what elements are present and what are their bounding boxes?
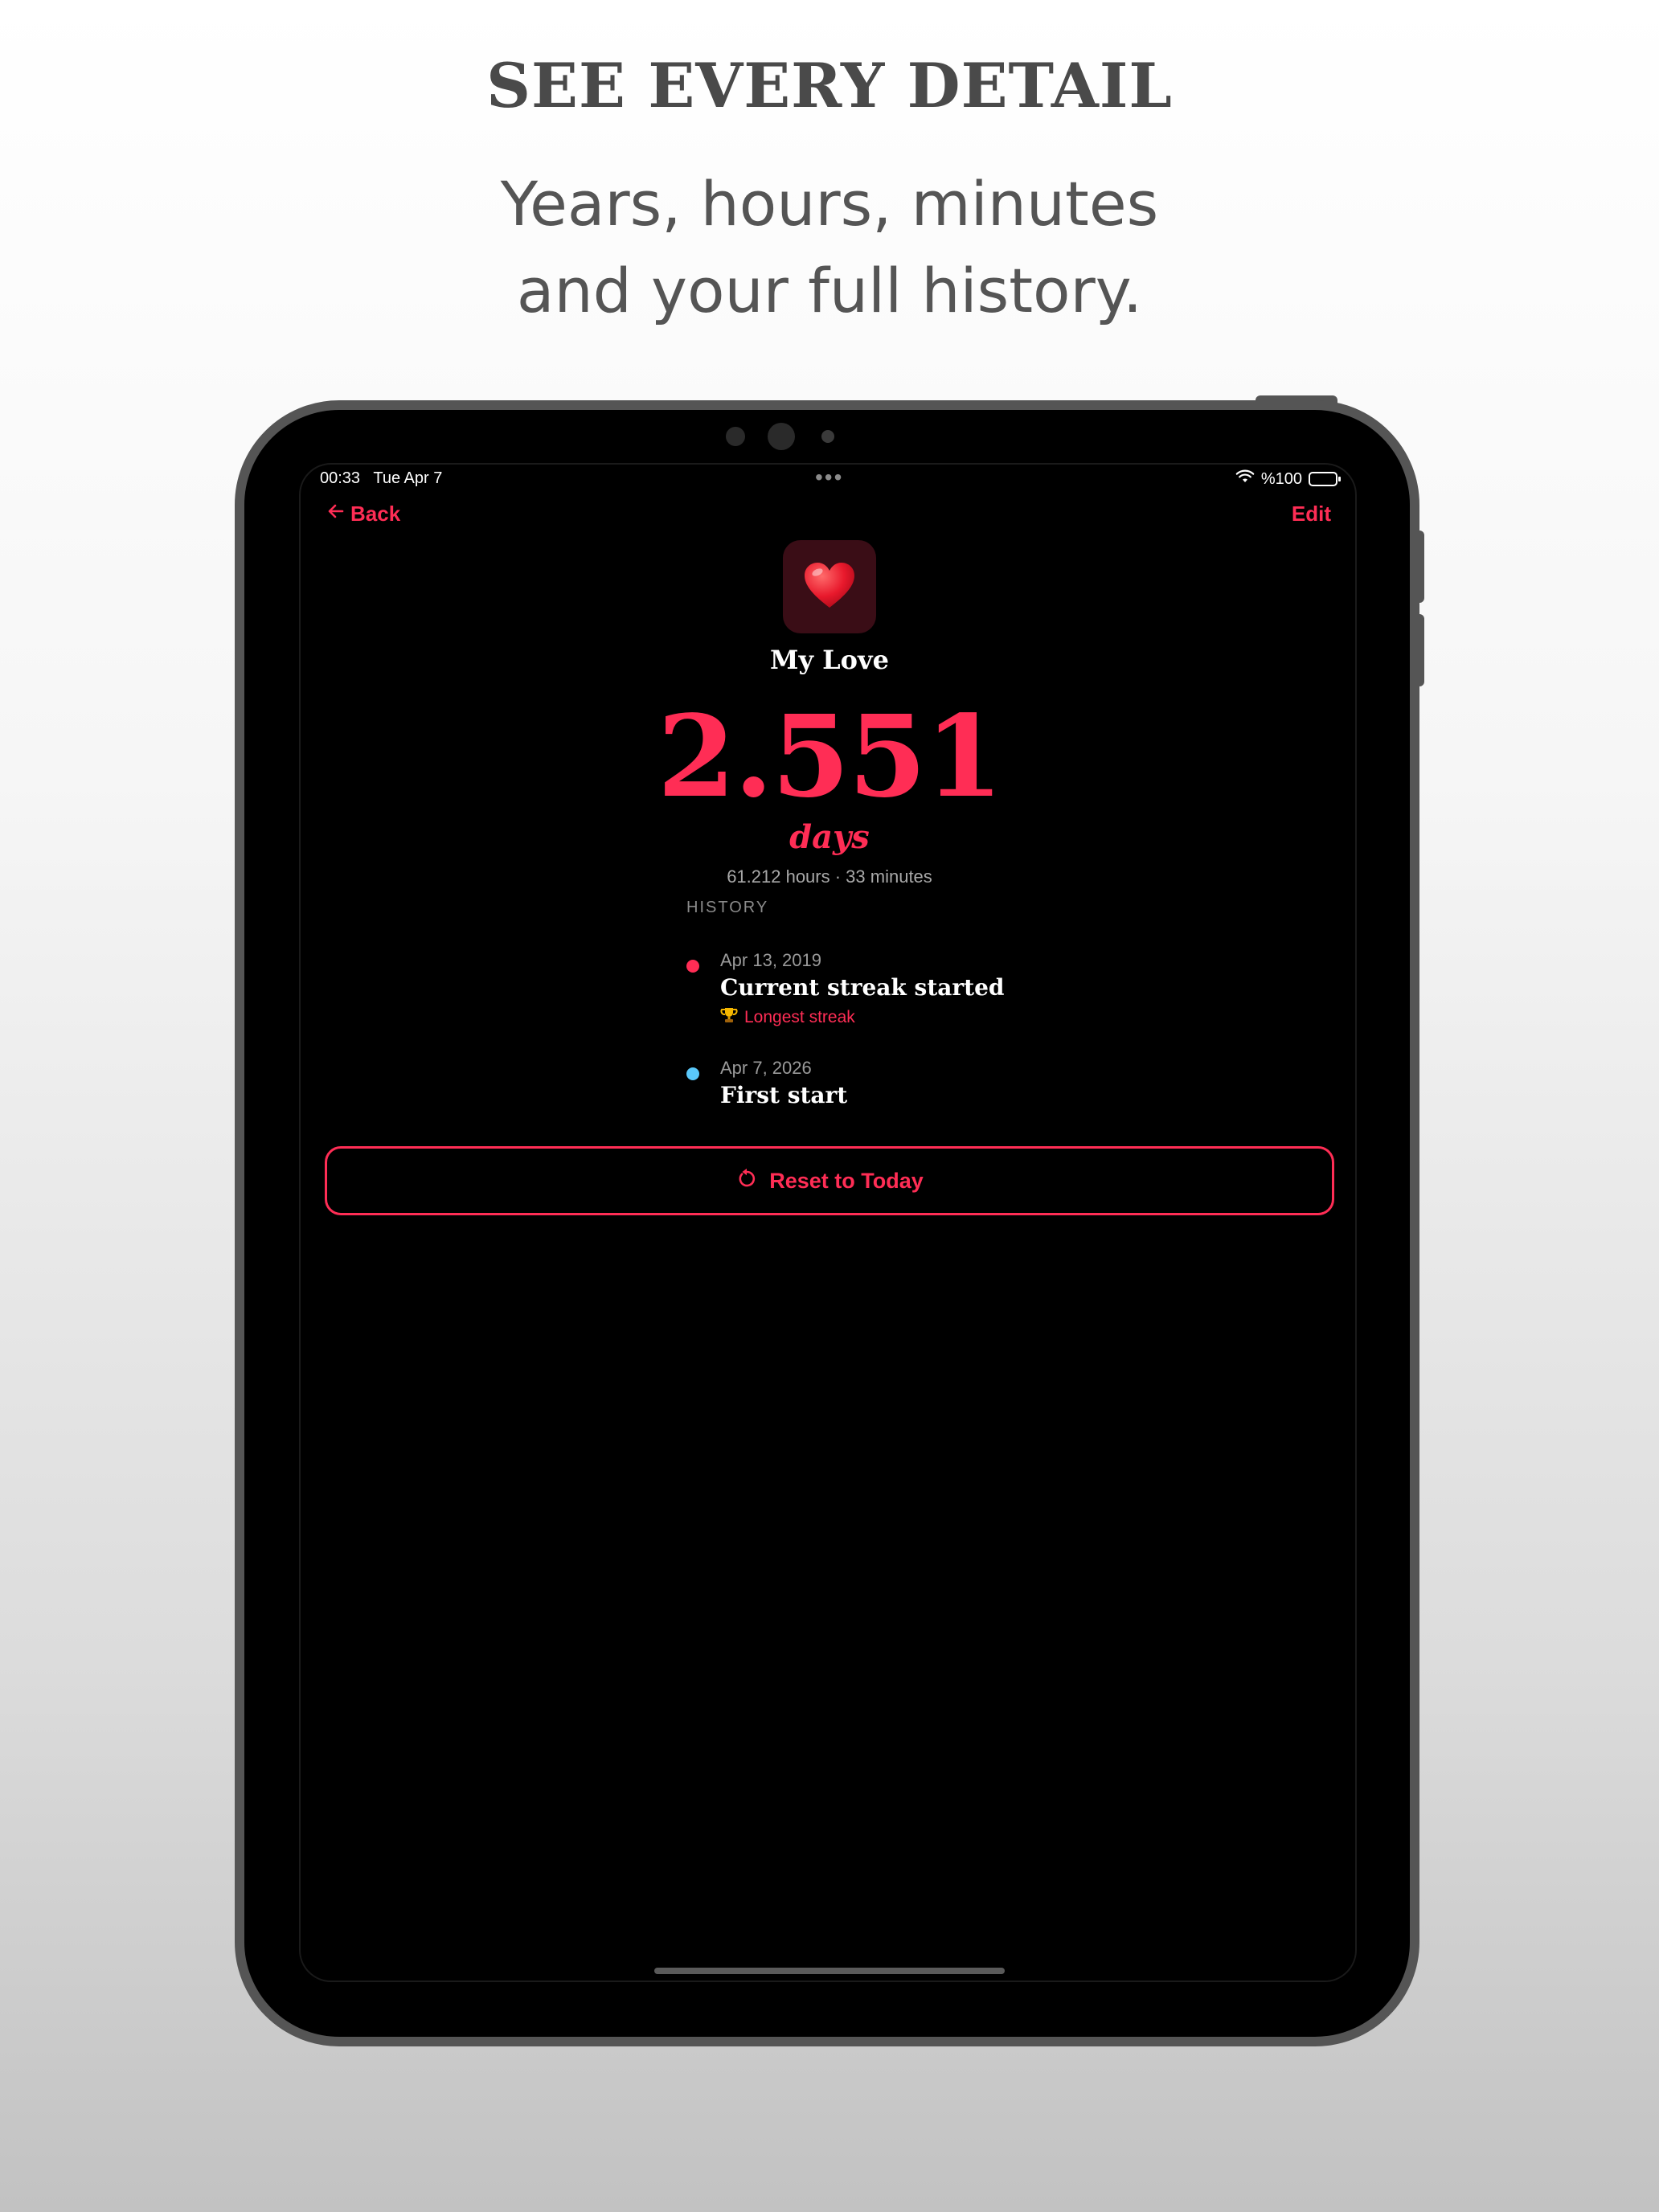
promo-subline-line-2: and your full history. xyxy=(516,255,1143,326)
history-dot-blue xyxy=(686,1067,699,1080)
history-dot-red xyxy=(686,960,699,973)
camera-lens xyxy=(768,423,795,450)
home-indicator[interactable] xyxy=(654,1968,1005,1974)
day-count: 2.551 xyxy=(657,691,1003,823)
battery-percent: %100 xyxy=(1260,469,1302,488)
trophy-icon xyxy=(720,1006,738,1029)
reset-to-today-button[interactable]: Reset to Today xyxy=(325,1146,1334,1215)
wifi-icon xyxy=(1235,469,1255,489)
back-button[interactable]: Back xyxy=(326,502,400,526)
reset-button-label: Reset to Today xyxy=(769,1168,924,1193)
multitasking-dots-icon[interactable]: ••• xyxy=(815,465,843,490)
battery-icon xyxy=(1309,472,1341,486)
promo-headline: SEE EVERY DETAIL xyxy=(486,50,1173,121)
history-badge-label: Longest streak xyxy=(744,1008,855,1026)
history-date: Apr 13, 2019 xyxy=(720,950,821,970)
counter-icon-tile xyxy=(783,540,876,633)
app-screen: 00:33 Tue Apr 7 ••• %100 Back Edit My Lo… xyxy=(299,463,1357,1982)
camera-sensor xyxy=(726,427,745,446)
reset-arrow-icon xyxy=(735,1167,758,1195)
history-title: First start xyxy=(720,1082,848,1108)
history-section-label: HISTORY xyxy=(686,899,769,916)
edit-button[interactable]: Edit xyxy=(1292,502,1331,526)
back-button-label: Back xyxy=(350,502,401,526)
counter-title: My Love xyxy=(770,645,889,675)
arrow-left-icon xyxy=(326,502,346,526)
history-badge: Longest streak xyxy=(720,1006,855,1029)
promo-subline: Years, hours, minutes and your full hist… xyxy=(0,161,1659,334)
history-title: Current streak started xyxy=(720,974,1005,1001)
camera-flash xyxy=(821,430,834,443)
status-bar-right: %100 xyxy=(1235,469,1341,489)
promo-subline-line-1: Years, hours, minutes xyxy=(500,168,1159,240)
status-time: 00:33 xyxy=(320,469,361,487)
heart-icon xyxy=(803,561,856,613)
day-unit: days xyxy=(789,818,870,856)
status-date: Tue Apr 7 xyxy=(373,469,443,487)
status-bar-time: 00:33 Tue Apr 7 xyxy=(320,469,442,488)
history-date: Apr 7, 2026 xyxy=(720,1058,812,1078)
time-breakdown: 61.212 hours · 33 minutes xyxy=(727,866,932,887)
